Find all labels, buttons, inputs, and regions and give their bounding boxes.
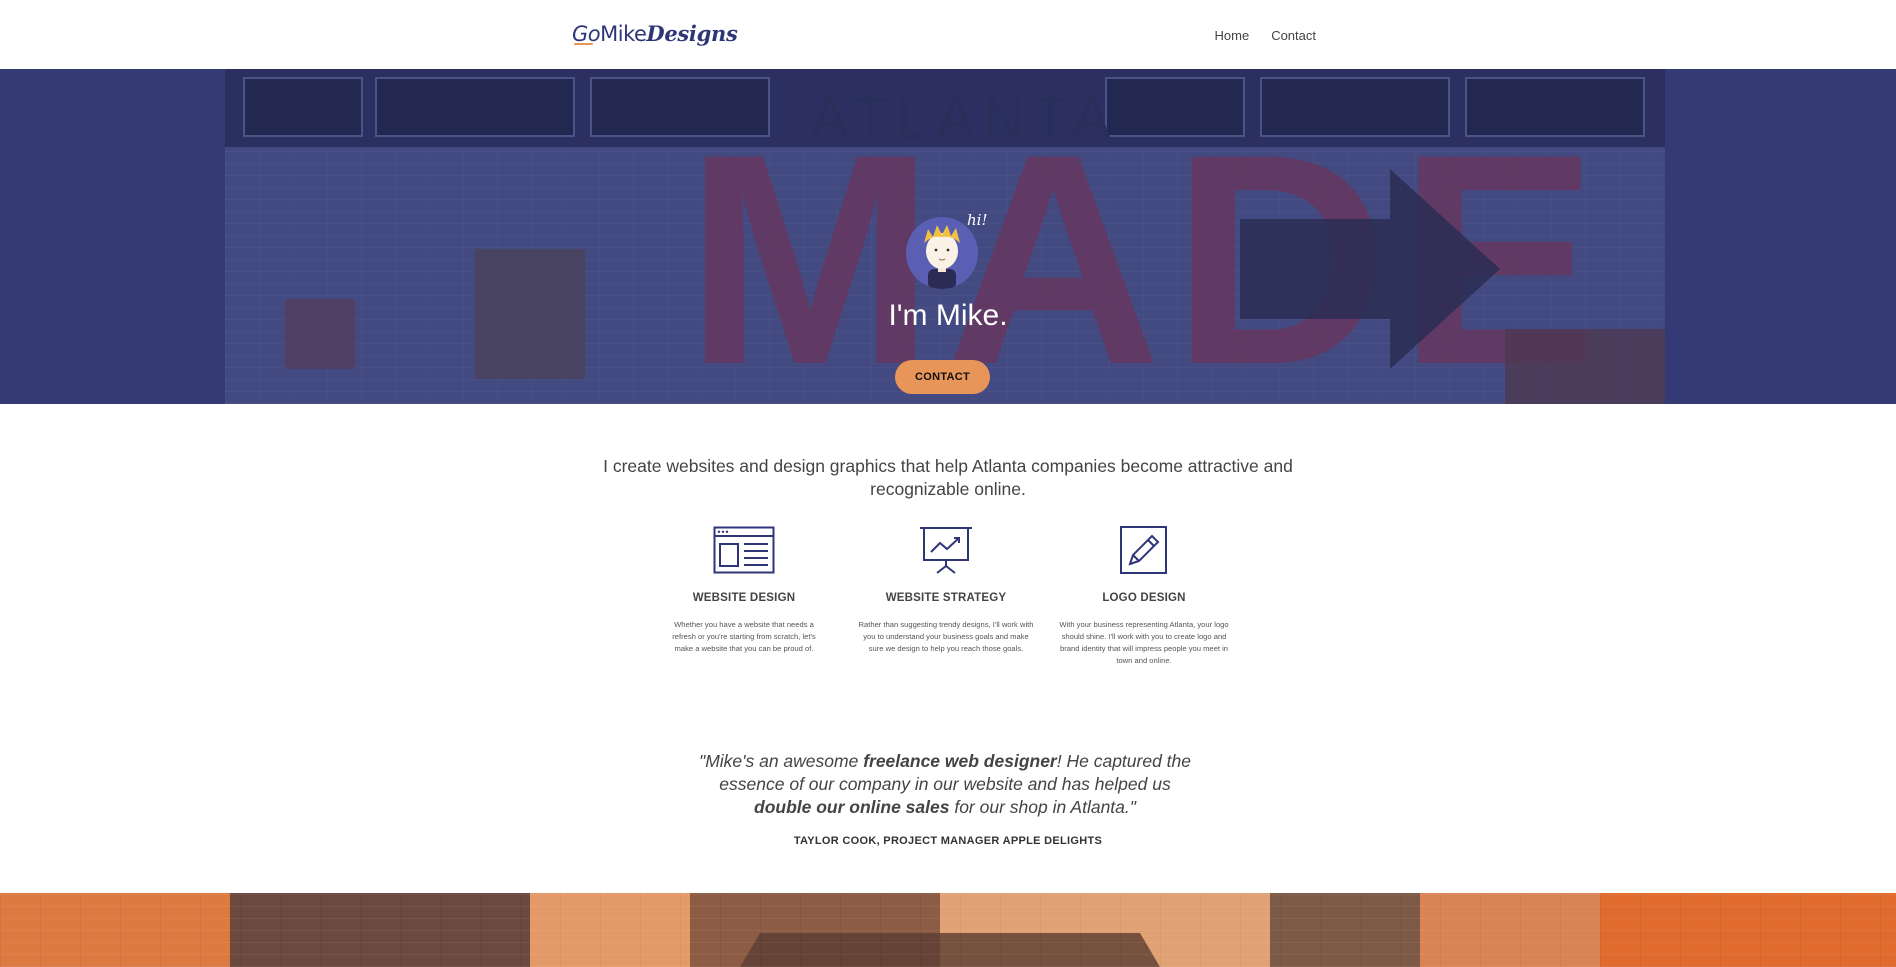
quote-emphasis: double our online sales <box>754 797 950 817</box>
service-title: WEBSITE STRATEGY <box>885 592 1007 604</box>
photo-window <box>375 77 575 137</box>
pencil-icon <box>1120 526 1167 574</box>
greeting-bubble: hi! <box>967 211 988 229</box>
banner-brick-texture <box>0 893 1896 967</box>
logo-underline <box>574 43 593 45</box>
hero-title: I'm Mike. <box>888 299 1008 332</box>
logo-designs: Designs <box>646 21 738 46</box>
service-website-design: WEBSITE DESIGN Whether you have a websit… <box>654 526 834 655</box>
service-title: LOGO DESIGN <box>1102 592 1186 604</box>
browser-window-icon <box>713 526 775 574</box>
hero-banner: ATLANTA MADE hi! I'm Mike. CONTACT <box>0 69 1896 404</box>
service-logo-design: LOGO DESIGN With your business represent… <box>1054 526 1234 667</box>
nav-contact-link[interactable]: Contact <box>1271 28 1316 43</box>
service-website-strategy: WEBSITE STRATEGY Rather than suggesting … <box>856 526 1036 655</box>
nav-home-link[interactable]: Home <box>1215 28 1250 43</box>
service-description: Whether you have a website that needs a … <box>672 620 816 653</box>
bottom-photo-banner <box>0 893 1896 967</box>
testimonial-author: TAYLOR COOK, PROJECT MANAGER APPLE DELIG… <box>793 835 1103 847</box>
logo-mike: Mike <box>600 22 647 46</box>
service-title: WEBSITE DESIGN <box>692 592 796 604</box>
quote-text: "Mike's an awesome <box>698 751 864 771</box>
quote-text: for our shop in Atlanta." <box>949 797 1136 817</box>
testimonial-quote: "Mike's an awesome freelance web designe… <box>690 750 1200 819</box>
wall-arrow-shape <box>1240 169 1500 369</box>
service-description: Rather than suggesting trendy designs, I… <box>858 620 1034 653</box>
site-logo[interactable]: GoMikeDesigns <box>572 20 738 49</box>
photo-window <box>243 77 363 137</box>
service-description: With your business representing Atlanta,… <box>1059 620 1229 665</box>
presentation-chart-icon <box>920 527 972 574</box>
main-nav: Home Contact <box>1215 28 1317 43</box>
photo-block <box>1505 329 1665 404</box>
contact-button[interactable]: CONTACT <box>895 360 990 394</box>
site-header: GoMikeDesigns Home Contact <box>0 0 1896 69</box>
quote-emphasis: freelance web designer <box>863 751 1057 771</box>
intro-text: I create websites and design graphics th… <box>603 456 1293 499</box>
